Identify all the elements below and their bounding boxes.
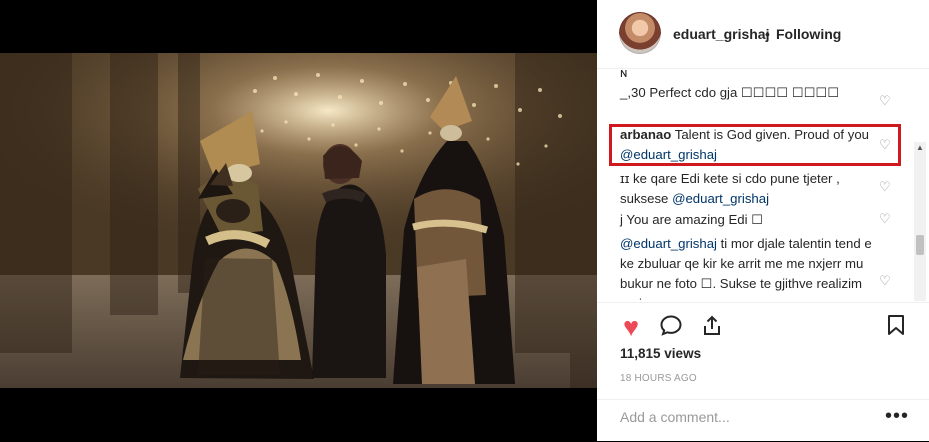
share-arrow-icon <box>704 315 720 335</box>
comment-row: _,30 Perfect cdo gja ☐☐☐☐ ☐☐☐☐ <box>620 83 855 103</box>
comment-icon[interactable] <box>657 313 685 341</box>
comment-row: arbanao Talent is God given. Proud of yo… <box>620 125 870 165</box>
comment-like-icon[interactable]: ♡ <box>879 138 891 151</box>
video-player[interactable] <box>0 0 597 441</box>
comment-like-icon[interactable]: ♡ <box>879 212 891 225</box>
post-timestamp: 18 HOURS AGO <box>620 373 697 384</box>
mention-link[interactable]: @eduart_grishaj <box>620 236 717 251</box>
post-actions: ♥ <box>597 302 929 349</box>
post-details-panel: eduart_grishaj • Following ɴ _,30 Perfec… <box>597 0 929 441</box>
following-button[interactable]: Following <box>776 26 841 42</box>
comment-like-icon[interactable]: ♡ <box>879 180 891 193</box>
comment-author[interactable]: arbanao <box>620 127 671 142</box>
comment-text: ɴ <box>620 69 628 80</box>
avatar[interactable] <box>619 12 661 54</box>
video-frame[interactable] <box>0 53 597 388</box>
comment-row: @eduart_grishaj ti mor djale talentin te… <box>620 234 875 301</box>
comments-list[interactable]: ɴ _,30 Perfect cdo gja ☐☐☐☐ ☐☐☐☐ ♡ arban… <box>597 69 929 301</box>
username-link[interactable]: eduart_grishaj <box>673 26 769 42</box>
comment-composer: ••• <box>597 399 929 442</box>
post-header: eduart_grishaj • Following <box>597 0 929 69</box>
comment-like-icon[interactable]: ♡ <box>879 94 891 107</box>
comments-scrollbar[interactable]: ▲ ▼ <box>914 142 926 301</box>
add-comment-input[interactable] <box>620 409 870 425</box>
more-options-icon[interactable]: ••• <box>885 406 909 426</box>
carnival-scene-image <box>0 53 597 388</box>
comment-text: j You are amazing Edi ☐ <box>620 212 764 227</box>
scroll-up-icon[interactable]: ▲ <box>914 142 926 154</box>
like-icon[interactable]: ♥ <box>617 313 645 341</box>
header-separator: • <box>765 26 770 42</box>
comment-bubble-icon <box>660 315 682 336</box>
comment-text: Talent is God given. Proud of you <box>674 127 870 142</box>
comment-text: _,30 Perfect cdo gja ☐☐☐☐ ☐☐☐☐ <box>620 85 840 100</box>
share-icon[interactable] <box>698 313 726 341</box>
mention-link[interactable]: @eduart_grishaj <box>620 147 717 162</box>
view-count: 11,815 views <box>620 346 702 361</box>
save-icon[interactable] <box>882 313 910 341</box>
mention-link[interactable]: @eduart_grishaj <box>672 191 769 206</box>
scroll-thumb[interactable] <box>916 235 924 255</box>
comment-like-icon[interactable]: ♡ <box>879 274 891 287</box>
comment-row: j You are amazing Edi ☐ <box>620 210 880 230</box>
comment-row: ɴ <box>620 69 880 83</box>
bookmark-icon <box>888 315 904 335</box>
comment-row: ɪɪ ke qare Edi kete si cdo pune tjeter ,… <box>620 169 872 209</box>
